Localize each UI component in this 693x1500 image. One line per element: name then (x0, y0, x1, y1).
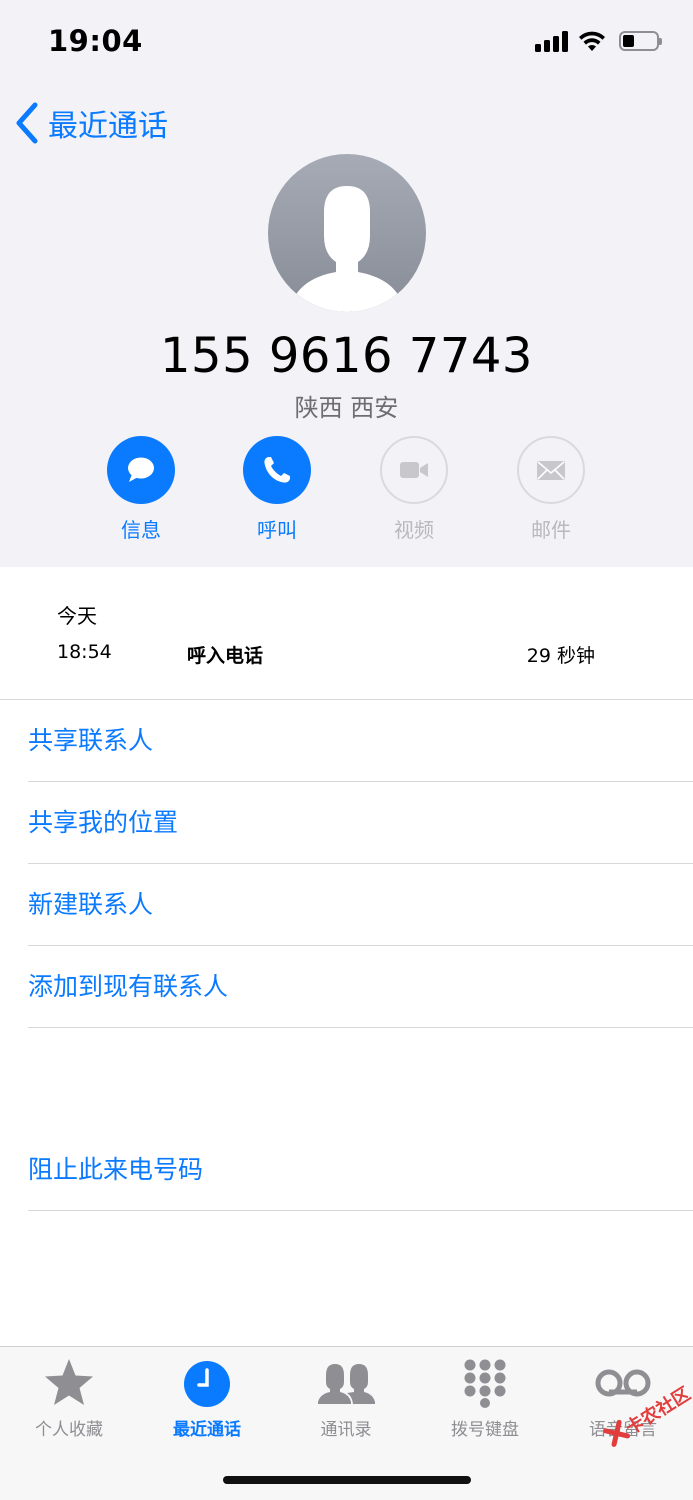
message-icon (128, 457, 154, 482)
divider (0, 699, 693, 700)
wifi-icon (579, 31, 605, 51)
tab-contacts[interactable]: 通讯录 (281, 1357, 411, 1440)
message-button[interactable]: 信息 (86, 436, 196, 546)
video-label: 视频 (394, 518, 434, 542)
tab-keypad-label: 拨号键盘 (451, 1420, 519, 1440)
call-button[interactable]: 呼叫 (222, 436, 332, 546)
home-indicator (223, 1476, 471, 1484)
share-location-button[interactable]: 共享我的位置 (28, 805, 178, 841)
block-caller-button[interactable]: 阻止此来电号码 (28, 1152, 203, 1188)
divider (28, 781, 693, 782)
caller-location: 陕西 西安 (294, 394, 399, 422)
person-silhouette-icon (292, 186, 402, 312)
tab-contacts-label: 通讯录 (320, 1420, 372, 1440)
avatar (268, 154, 426, 312)
keypad-icon (464, 1359, 506, 1408)
battery-icon (619, 31, 662, 51)
video-button[interactable]: 视频 (359, 436, 469, 546)
mail-button[interactable]: 邮件 (496, 436, 606, 546)
tab-keypad[interactable]: 拨号键盘 (420, 1357, 550, 1440)
call-type: 呼入电话 (187, 645, 264, 667)
call-log-row: 18:54 呼入电话 29 秒钟 (57, 641, 617, 667)
tab-recents-label: 最近通话 (173, 1420, 241, 1440)
clock-icon (184, 1361, 230, 1407)
divider (28, 863, 693, 864)
divider (28, 945, 693, 946)
tab-favorites[interactable]: 个人收藏 (4, 1357, 134, 1440)
status-time: 19:04 (48, 24, 143, 58)
signal-icon (535, 30, 569, 52)
call-time: 18:54 (57, 641, 112, 663)
contacts-icon (318, 1364, 375, 1404)
star-icon (45, 1359, 93, 1405)
divider (28, 1027, 693, 1028)
phone-number: 155 9616 7743 (160, 328, 533, 384)
back-label: 最近通话 (48, 109, 168, 144)
call-label: 呼叫 (257, 518, 297, 542)
mail-icon (537, 461, 565, 480)
tab-recents[interactable]: 最近通话 (142, 1357, 272, 1440)
divider (28, 1210, 693, 1211)
call-log-day: 今天 (57, 604, 97, 628)
call-duration: 29 秒钟 (526, 645, 595, 667)
tab-favorites-label: 个人收藏 (35, 1420, 103, 1440)
status-icons (535, 30, 665, 56)
message-label: 信息 (121, 518, 161, 542)
new-contact-button[interactable]: 新建联系人 (28, 887, 153, 923)
chevron-left-icon (16, 102, 38, 144)
share-contact-button[interactable]: 共享联系人 (28, 723, 153, 759)
video-icon (400, 462, 428, 478)
phone-icon (264, 457, 290, 483)
mail-label: 邮件 (531, 518, 571, 542)
add-to-existing-contact-button[interactable]: 添加到现有联系人 (28, 969, 228, 1005)
back-button[interactable]: 最近通话 (14, 100, 168, 146)
